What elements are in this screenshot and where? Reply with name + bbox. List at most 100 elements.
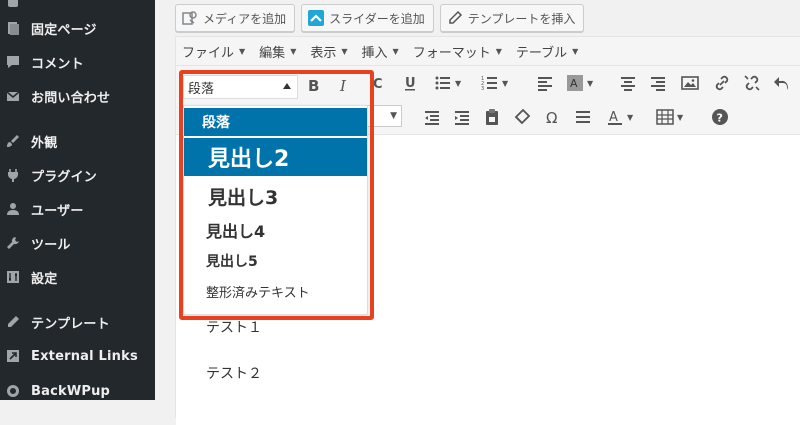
menu-view[interactable]: 表示 ▼ (310, 42, 347, 61)
user-icon (6, 202, 20, 216)
format-option-heading2[interactable]: 見出し2 (184, 138, 367, 176)
settings-icon (6, 270, 20, 284)
svg-text:?: ? (717, 112, 723, 125)
pencil-icon (6, 315, 20, 329)
format-option-preformatted[interactable]: 整形済みテキスト (184, 278, 367, 304)
sidebar-item-external-links[interactable]: External Links (0, 342, 155, 370)
comment-icon (6, 55, 20, 69)
sidebar-item-label: 外観 (31, 135, 58, 151)
svg-text:3: 3 (481, 86, 484, 92)
chevron-down-icon: ▼ (587, 78, 594, 88)
plugin-icon (6, 168, 20, 182)
media-buttons: メディアを追加 スライダーを追加 テンプレートを挿入 (175, 4, 585, 32)
sidebar-item-label: ユーザー (31, 203, 84, 219)
paragraph: テスト１ (206, 320, 262, 336)
brush-icon (6, 134, 20, 148)
sidebar-item-plugins[interactable]: プラグイン (0, 161, 155, 189)
sidebar-item-appearance[interactable]: 外観 (0, 127, 155, 155)
bold-button[interactable]: B (308, 77, 319, 95)
sidebar-item-users[interactable]: ユーザー (0, 195, 155, 223)
menu-insert-label: 挿入 (361, 45, 388, 61)
sidebar-item-label: プラグイン (31, 169, 98, 185)
chevron-down-icon: ▼ (677, 112, 684, 122)
admin-sidebar: 固定ページ コメント お問い合わせ 外観 プラグイン ユーザー ツール 設定 テ… (0, 0, 155, 400)
align-right-button[interactable] (649, 72, 667, 94)
bullet-list-button[interactable]: ▼ (434, 72, 461, 94)
insert-link-button[interactable] (713, 72, 731, 94)
numbered-list-button[interactable]: 1 2 3 ▼ (481, 72, 508, 94)
menu-format-label: フォーマット (412, 45, 491, 61)
menu-insert[interactable]: 挿入 ▼ (362, 42, 399, 61)
slider-icon (308, 10, 325, 26)
underline-button[interactable]: U (401, 72, 419, 94)
menu-file[interactable]: ファイル ▼ (182, 42, 245, 61)
format-menu: 段落 見出し2 見出し3 見出し4 見出し5 整形済みテキスト (183, 105, 368, 315)
sidebar-item-backwpup[interactable]: BackWPup (0, 377, 155, 405)
format-option-paragraph[interactable]: 段落 (184, 108, 367, 136)
insert-image-button[interactable] (681, 72, 699, 94)
mail-icon (6, 89, 20, 103)
svg-text:U: U (405, 76, 416, 91)
sidebar-item-pages[interactable]: 固定ページ (0, 14, 155, 42)
wrench-icon (6, 236, 20, 250)
sidebar-item-comments[interactable]: コメント (0, 48, 155, 76)
sidebar-item-label: 設定 (31, 271, 58, 287)
sidebar-item-label: BackWPup (31, 383, 111, 399)
chevron-down-icon: ▼ (495, 46, 502, 56)
menu-table[interactable]: テーブル ▼ (516, 42, 578, 61)
menu-edit-label: 編集 (259, 45, 286, 61)
menu-format[interactable]: フォーマット ▼ (413, 42, 502, 61)
sidebar-item-template[interactable]: テンプレート (0, 308, 155, 336)
align-center-button[interactable] (619, 72, 637, 94)
menu-table-label: テーブル (515, 45, 568, 61)
horizontal-rule-button[interactable] (574, 106, 592, 128)
format-option-heading4[interactable]: 見出し4 (184, 216, 367, 244)
table-button[interactable]: ▼ (656, 106, 683, 128)
undo-button[interactable] (773, 72, 791, 94)
outdent-button[interactable] (423, 106, 441, 128)
pencil-icon (447, 10, 463, 26)
chevron-down-icon: ▼ (572, 46, 579, 56)
chevron-down-icon: ▼ (627, 112, 634, 122)
page-icon (6, 21, 20, 35)
format-option-heading3[interactable]: 見出し3 (184, 180, 367, 212)
highlight-color-button[interactable]: A ▼ (566, 72, 593, 94)
chevron-down-icon: ▼ (341, 46, 348, 56)
menu-edit[interactable]: 編集 ▼ (259, 42, 296, 61)
sidebar-item-label: ツール (31, 237, 71, 253)
sidebar-item-contact[interactable]: お問い合わせ (0, 82, 155, 110)
insert-template-button[interactable]: テンプレートを挿入 (439, 4, 585, 32)
chevron-down-icon: ▼ (455, 78, 462, 88)
clear-formatting-button[interactable] (513, 106, 531, 128)
sidebar-item-label: テンプレート (31, 316, 110, 332)
menu-view-label: 表示 (310, 45, 337, 61)
backwpup-icon (6, 384, 20, 398)
insert-template-label: テンプレートを挿入 (467, 11, 576, 26)
add-media-button[interactable]: メディアを追加 (175, 4, 296, 32)
svg-text:Ω: Ω (546, 109, 557, 126)
format-option-heading5[interactable]: 見出し5 (184, 248, 367, 274)
format-dropdown: 段落 B I 段落 見出し2 見出し3 見出し4 見出し5 整形済みテキスト (180, 72, 370, 318)
sidebar-item-label: 固定ページ (31, 22, 97, 38)
sidebar-item-settings[interactable]: 設定 (0, 263, 155, 291)
svg-text:A: A (570, 77, 578, 90)
indent-button[interactable] (453, 106, 471, 128)
italic-button[interactable]: I (340, 77, 346, 95)
help-button[interactable]: ? (711, 106, 729, 128)
sidebar-item-label: External Links (31, 348, 138, 364)
special-character-button[interactable]: Ω (544, 106, 562, 128)
font-size-select[interactable]: ▼ (366, 105, 402, 127)
strikethrough-button[interactable]: C (372, 72, 390, 94)
add-media-label: メディアを追加 (203, 11, 287, 26)
sidebar-item-tools[interactable]: ツール (0, 229, 155, 257)
external-link-icon (6, 349, 20, 363)
chevron-down-icon: ▼ (239, 46, 246, 56)
sidebar-item-label: コメント (31, 56, 84, 72)
align-left-button[interactable] (536, 72, 554, 94)
unlink-button[interactable] (743, 72, 761, 94)
paste-text-button[interactable] (483, 106, 501, 128)
format-select[interactable]: 段落 (183, 75, 298, 99)
text-color-button[interactable]: A ▼ (606, 106, 633, 128)
add-slider-button[interactable]: スライダーを追加 (301, 4, 434, 32)
chevron-down-icon: ▼ (502, 78, 509, 88)
